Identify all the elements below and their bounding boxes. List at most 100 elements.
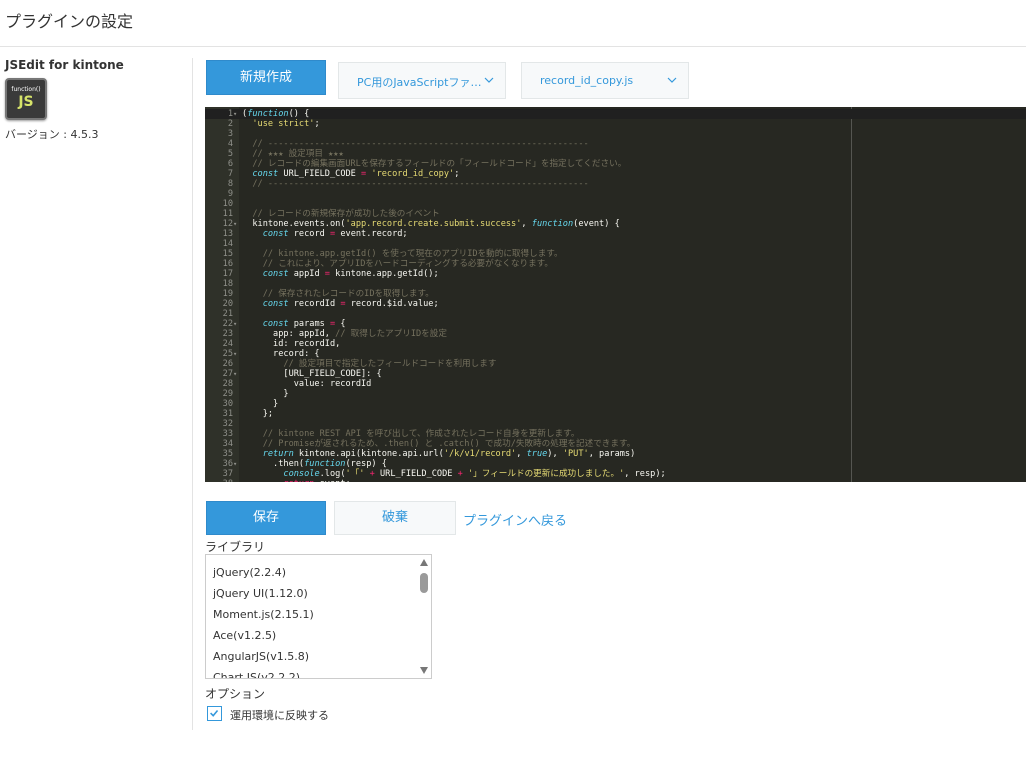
line-code: (function() { bbox=[242, 109, 310, 119]
line-number: 7 bbox=[227, 169, 233, 179]
library-label: ライブラリ bbox=[205, 540, 266, 554]
discard-button[interactable]: 破棄 bbox=[334, 501, 456, 535]
line-code: // レコードの編集画面URLを保存するフィールドの「フィールドコード」を指定し… bbox=[252, 159, 627, 169]
plugin-logo-icon: function() JS bbox=[5, 78, 47, 120]
file-select[interactable]: record_id_copy.js bbox=[521, 62, 689, 99]
line-number: 5 bbox=[227, 149, 233, 159]
scroll-thumb[interactable] bbox=[420, 573, 428, 593]
code-line: 2 'use strict'; bbox=[205, 119, 1026, 129]
library-scrollbar[interactable] bbox=[417, 555, 431, 678]
line-number: 18 bbox=[222, 279, 233, 289]
line-code: kintone.events.on('app.record.create.sub… bbox=[242, 219, 620, 229]
line-number: 4 bbox=[227, 139, 233, 149]
code-line: 32 bbox=[205, 419, 1026, 429]
line-number: 15 bbox=[222, 249, 233, 259]
fold-arrow-icon[interactable]: ▾ bbox=[233, 219, 239, 229]
line-code: } bbox=[242, 389, 289, 399]
file-type-select[interactable]: PC用のJavaScriptファ… bbox=[338, 62, 506, 99]
line-code: return kintone.api(kintone.api.url('/k/v… bbox=[262, 449, 636, 459]
apply-production-label: 運用環境に反映する bbox=[230, 709, 329, 722]
line-code: }; bbox=[242, 409, 274, 419]
line-code: const appId = kintone.app.getId(); bbox=[262, 269, 439, 279]
code-line: 24 id: recordId, bbox=[205, 339, 1026, 349]
plugin-name: JSEdit for kintone bbox=[5, 58, 124, 72]
line-number: 6 bbox=[227, 159, 233, 169]
code-line: 6 // レコードの編集画面URLを保存するフィールドの「フィールドコード」を指… bbox=[205, 159, 1026, 169]
line-code: id: recordId, bbox=[242, 339, 341, 349]
code-line: 35 return kintone.api(kintone.api.url('/… bbox=[205, 449, 1026, 459]
line-number: 13 bbox=[222, 229, 233, 239]
line-code: // Promiseが返されるため、.then() と .catch() で成功… bbox=[262, 439, 636, 449]
library-item[interactable]: Chart.JS(v2.2.2) bbox=[213, 671, 300, 678]
library-item[interactable]: jQuery UI(1.12.0) bbox=[213, 587, 308, 600]
line-code: // ★★★ 設定項目 ★★★ bbox=[252, 149, 344, 159]
line-number: 37 bbox=[222, 469, 233, 479]
code-line: 19 // 保存されたレコードのIDを取得します。 bbox=[205, 289, 1026, 299]
back-to-plugins-link[interactable]: プラグインへ戻る bbox=[463, 510, 567, 529]
code-line: 5 // ★★★ 設定項目 ★★★ bbox=[205, 149, 1026, 159]
line-number: 10 bbox=[222, 199, 233, 209]
line-code: value: recordId bbox=[242, 379, 372, 389]
code-line: 38 return event; bbox=[205, 479, 1026, 482]
line-code: // -------------------------------------… bbox=[252, 139, 589, 149]
code-line: 16 // これにより、アプリIDをハードコーディングする必要がなくなります。 bbox=[205, 259, 1026, 269]
new-file-button[interactable]: 新規作成 bbox=[206, 60, 326, 95]
line-number: 32 bbox=[222, 419, 233, 429]
line-code: // kintone.app.getId() を使って現在のアプリIDを動的に取… bbox=[262, 249, 563, 259]
fold-arrow-icon[interactable]: ▾ bbox=[233, 109, 239, 119]
line-code: app: appId, // 取得したアプリIDを設定 bbox=[242, 329, 447, 339]
library-item[interactable]: AngularJS(v1.5.8) bbox=[213, 650, 309, 663]
header-divider bbox=[0, 46, 1026, 47]
code-line: 12 ▾ kintone.events.on('app.record.create… bbox=[205, 219, 1026, 229]
page-title: プラグインの設定 bbox=[5, 12, 134, 31]
code-line: 25 ▾ record: { bbox=[205, 349, 1026, 359]
fold-arrow-icon[interactable]: ▾ bbox=[233, 459, 239, 469]
line-code: return event; bbox=[242, 479, 350, 482]
line-code: const URL_FIELD_CODE = 'record_id_copy'; bbox=[252, 169, 460, 179]
apply-production-checkbox[interactable] bbox=[207, 706, 222, 721]
code-line: 21 bbox=[205, 309, 1026, 319]
plugin-logo-small-text: function() bbox=[11, 86, 41, 93]
line-number: 2 bbox=[227, 119, 233, 129]
line-number: 28 bbox=[222, 379, 233, 389]
code-line: 14 bbox=[205, 239, 1026, 249]
line-number: 1 bbox=[227, 109, 233, 119]
plugin-info: JSEdit for kintone function() JS バージョン :… bbox=[5, 58, 190, 142]
code-line: 13 const record = event.record; bbox=[205, 229, 1026, 239]
fold-arrow-icon[interactable]: ▾ bbox=[233, 319, 239, 329]
line-number: 20 bbox=[222, 299, 233, 309]
line-number: 23 bbox=[222, 329, 233, 339]
line-number: 22 bbox=[222, 319, 233, 329]
line-code: // レコードの新規保存が成功した後のイベント bbox=[252, 209, 440, 219]
plugin-logo-large-text: JS bbox=[18, 94, 34, 110]
code-editor[interactable]: 1 ▾ (function() {2 'use strict'; 3 4 // ----… bbox=[205, 107, 1026, 482]
fold-arrow-icon[interactable]: ▾ bbox=[233, 369, 239, 379]
check-icon bbox=[210, 709, 219, 717]
library-listbox[interactable]: Chart.JS(v2.2.2) AngularJS(v1.5.8) Ace(v1.… bbox=[205, 554, 432, 679]
code-line: 7 const URL_FIELD_CODE = 'record_id_copy… bbox=[205, 169, 1026, 179]
library-item[interactable]: Moment.js(2.15.1) bbox=[213, 608, 314, 621]
line-code: .then(function(resp) { bbox=[242, 459, 387, 469]
line-code: record: { bbox=[242, 349, 320, 359]
fold-arrow-icon[interactable]: ▾ bbox=[233, 349, 239, 359]
line-number: 3 bbox=[227, 129, 233, 139]
code-line: 8 // -----------------------------------… bbox=[205, 179, 1026, 189]
line-code: const recordId = record.$id.value; bbox=[262, 299, 439, 309]
line-number: 27 bbox=[222, 369, 233, 379]
code-line: 15 // kintone.app.getId() を使って現在のアプリIDを動… bbox=[205, 249, 1026, 259]
save-button[interactable]: 保存 bbox=[206, 501, 326, 535]
code-line: 27 ▾ [URL_FIELD_CODE]: { bbox=[205, 369, 1026, 379]
line-number: 38 bbox=[205, 479, 233, 482]
line-code: const params = { bbox=[262, 319, 346, 329]
scroll-down-icon[interactable] bbox=[420, 667, 428, 674]
library-item[interactable]: jQuery(2.2.4) bbox=[213, 566, 286, 579]
code-line: 20 const recordId = record.$id.value; bbox=[205, 299, 1026, 309]
plugin-version: バージョン : 4.5.3 bbox=[5, 128, 99, 141]
line-number: 30 bbox=[222, 399, 233, 409]
scroll-up-icon[interactable] bbox=[420, 559, 428, 566]
code-line: 23 app: appId, // 取得したアプリIDを設定 bbox=[205, 329, 1026, 339]
line-number: 11 bbox=[222, 209, 233, 219]
library-item[interactable]: Ace(v1.2.5) bbox=[213, 629, 276, 642]
line-code: // -------------------------------------… bbox=[252, 179, 589, 189]
line-number: 29 bbox=[222, 389, 233, 399]
